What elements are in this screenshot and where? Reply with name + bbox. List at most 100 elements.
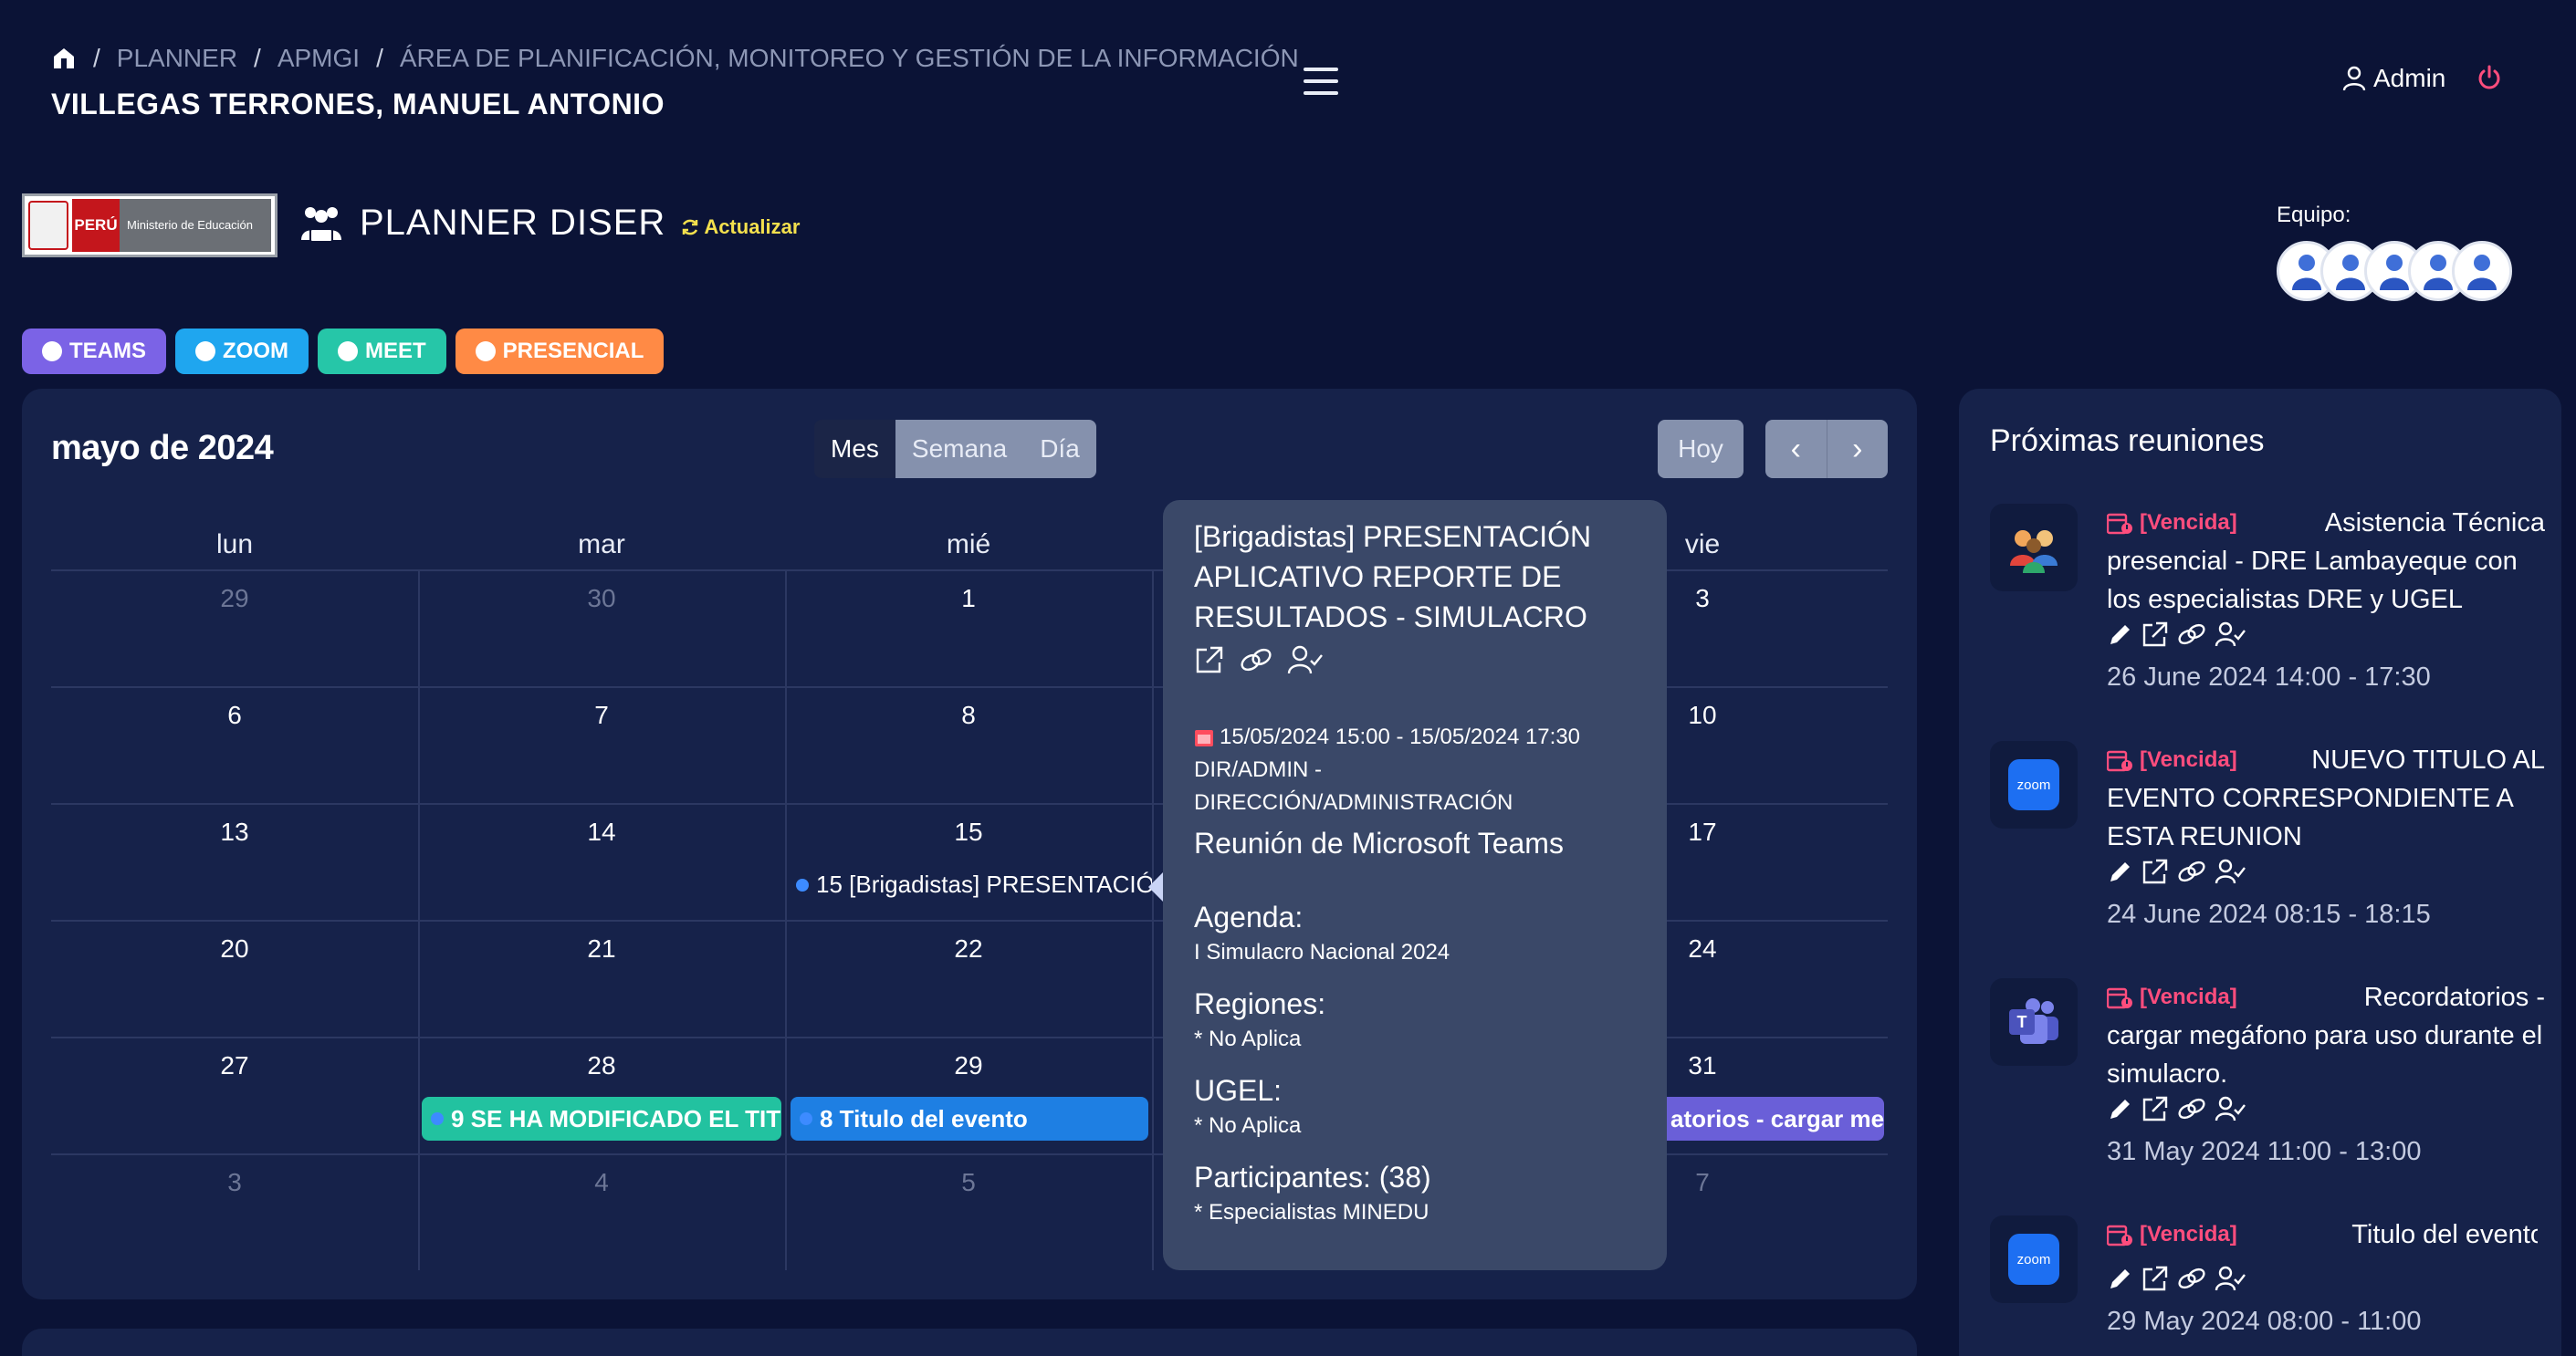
- home-icon[interactable]: [51, 46, 77, 71]
- user-icon: [2342, 66, 2366, 91]
- meeting-actions: [2107, 858, 2545, 885]
- today-button[interactable]: Hoy: [1658, 420, 1744, 478]
- day-cell-number[interactable]: 13: [51, 818, 418, 847]
- legend-meet[interactable]: MEET: [318, 329, 446, 374]
- popover-meeting-type: Reunión de Microsoft Teams: [1194, 827, 1564, 860]
- popover-title: [Brigadistas] PRESENTACIÓN APLICATIVO RE…: [1194, 520, 1592, 633]
- popover-regions-label: Regiones:: [1194, 987, 1326, 1020]
- prev-month-button[interactable]: ‹: [1765, 420, 1827, 478]
- team-avatars: [2277, 241, 2512, 301]
- meeting-title-rest: cargar megáfono para uso durante el simu…: [2107, 1021, 2543, 1089]
- popover-regions-value: * No Aplica: [1194, 1027, 1302, 1051]
- calendar-event-label: 9 SE HA MODIFICADO EL TITULO: [451, 1104, 781, 1132]
- breadcrumb: / PLANNER / APMGI / ÁREA DE PLANIFICACIÓ…: [51, 44, 1299, 73]
- edit-icon[interactable]: [2107, 1095, 2134, 1122]
- breadcrumb-separator: /: [376, 44, 383, 72]
- attendance-icon[interactable]: [2215, 621, 2246, 648]
- attendance-icon[interactable]: [2215, 858, 2246, 885]
- calendar-event[interactable]: 9 SE HA MODIFICADO EL TITULO: [422, 1097, 781, 1141]
- event-dot: [800, 1112, 812, 1125]
- link-icon[interactable]: [1238, 644, 1274, 675]
- link-icon[interactable]: [2176, 1095, 2207, 1122]
- day-cell-number[interactable]: 14: [418, 818, 785, 847]
- calendar-event[interactable]: 15 [Brigadistas] PRESENTACIÓN APLICATIVO…: [796, 871, 1152, 899]
- view-day-button[interactable]: Día: [1023, 420, 1096, 478]
- day-cell-number[interactable]: 29: [785, 1051, 1152, 1080]
- view-month-button[interactable]: Mes: [814, 420, 895, 478]
- breadcrumb-item-apmgi[interactable]: APMGI: [277, 44, 360, 73]
- upcoming-meeting-item[interactable]: zoom [Vencida] Titulo del evento 29 May …: [1990, 1215, 2538, 1356]
- day-cell-number[interactable]: 6: [51, 701, 418, 730]
- day-cell-number[interactable]: 5: [785, 1168, 1152, 1197]
- overdue-badge: [Vencida]: [2107, 504, 2237, 542]
- menu-toggle-button[interactable]: [1304, 68, 1338, 95]
- day-cell-number[interactable]: 3: [51, 1168, 418, 1197]
- day-cell-number[interactable]: 30: [418, 584, 785, 613]
- upcoming-meeting-item[interactable]: [Vencida] Asistencia Técnica presencial …: [1990, 504, 2545, 732]
- day-cell-number[interactable]: 22: [785, 934, 1152, 964]
- day-cell-number[interactable]: 27: [51, 1051, 418, 1080]
- secondary-card: [22, 1329, 1917, 1356]
- team-member-avatar[interactable]: [2452, 241, 2512, 301]
- breadcrumb-item-area: ÁREA DE PLANIFICACIÓN, MONITOREO Y GESTI…: [399, 44, 1299, 72]
- meeting-title-first: Recordatorios -: [2363, 983, 2545, 1012]
- day-cell-number[interactable]: 15: [785, 818, 1152, 847]
- admin-user-menu[interactable]: Admin: [2342, 64, 2445, 93]
- day-cell-number[interactable]: 20: [51, 934, 418, 964]
- attendance-icon[interactable]: [1287, 644, 1324, 675]
- admin-label: Admin: [2373, 64, 2446, 92]
- meeting-actions: [2107, 1265, 2538, 1292]
- event-detail-popover: [Brigadistas] PRESENTACIÓN APLICATIVO RE…: [1163, 500, 1667, 1270]
- legend-zoom[interactable]: ZOOM: [175, 329, 309, 374]
- popover-actions: [1194, 644, 1636, 675]
- popover-datetime: 15/05/2024 15:00 - 15/05/2024 17:30: [1194, 721, 1636, 754]
- link-icon[interactable]: [2176, 621, 2207, 648]
- day-cell-number[interactable]: 7: [418, 701, 785, 730]
- open-external-icon[interactable]: [2141, 858, 2169, 885]
- app-title-block: PLANNER DISER Actualizar: [298, 203, 800, 244]
- calendar-event-label: 15 [Brigadistas] PRESENTACIÓN APLICATIVO…: [816, 871, 1152, 898]
- breadcrumb-item-planner[interactable]: PLANNER: [117, 44, 237, 73]
- calendar-view-switch: Mes Semana Día: [814, 420, 1096, 478]
- calendar-event[interactable]: 8 Titulo del evento: [791, 1097, 1148, 1141]
- open-external-icon[interactable]: [2141, 1265, 2169, 1292]
- link-icon[interactable]: [2176, 858, 2207, 885]
- edit-icon[interactable]: [2107, 621, 2134, 648]
- popover-ugel-value: * No Aplica: [1194, 1113, 1302, 1138]
- grid-line: [418, 569, 420, 1270]
- upcoming-meetings-title: Próximas reuniones: [1990, 423, 2265, 458]
- attendance-icon[interactable]: [2215, 1265, 2246, 1292]
- view-week-button[interactable]: Semana: [895, 420, 1024, 478]
- weekday-header-mie: mié: [946, 529, 991, 559]
- open-external-icon[interactable]: [2141, 621, 2169, 648]
- coat-of-arms-icon: [28, 201, 68, 250]
- edit-icon[interactable]: [2107, 858, 2134, 885]
- upcoming-meeting-item[interactable]: zoom [Vencida] NUEVO TITULO AL EVENTO CO…: [1990, 741, 2545, 969]
- day-cell-number[interactable]: 4: [418, 1168, 785, 1197]
- calendar-event[interactable]: atorios - cargar me: [1667, 1097, 1884, 1141]
- grid-line: [1152, 569, 1154, 1270]
- refresh-button[interactable]: Actualizar: [680, 215, 800, 239]
- attendance-icon[interactable]: [2215, 1095, 2246, 1122]
- meeting-title-rest: EVENTO CORRESPONDIENTE A ESTA REUNION: [2107, 784, 2513, 851]
- meeting-actions: [2107, 1095, 2545, 1122]
- open-external-icon[interactable]: [1194, 644, 1225, 675]
- logout-power-icon[interactable]: [2476, 64, 2503, 96]
- upcoming-meeting-item[interactable]: T [Vencida] Recordatorios - cargar megáf…: [1990, 978, 2545, 1206]
- open-external-icon[interactable]: [2141, 1095, 2169, 1122]
- meeting-type-legend: TEAMS ZOOM MEET PRESENCIAL: [22, 329, 665, 374]
- day-cell-number[interactable]: 21: [418, 934, 785, 964]
- logo-peru-text: PERÚ: [72, 199, 120, 252]
- logo-ministry-text: Ministerio de Educación: [120, 199, 271, 252]
- ministry-logo: PERÚ Ministerio de Educación: [22, 193, 277, 257]
- legend-teams[interactable]: TEAMS: [22, 329, 166, 374]
- legend-presencial[interactable]: PRESENCIAL: [455, 329, 665, 374]
- day-cell-number[interactable]: 28: [418, 1051, 785, 1080]
- edit-icon[interactable]: [2107, 1265, 2134, 1292]
- day-cell-number[interactable]: 29: [51, 584, 418, 613]
- day-cell-number[interactable]: 8: [785, 701, 1152, 730]
- day-cell-number[interactable]: 1: [785, 584, 1152, 613]
- link-icon[interactable]: [2176, 1265, 2207, 1292]
- refresh-label: Actualizar: [704, 214, 801, 238]
- next-month-button[interactable]: ›: [1826, 420, 1888, 478]
